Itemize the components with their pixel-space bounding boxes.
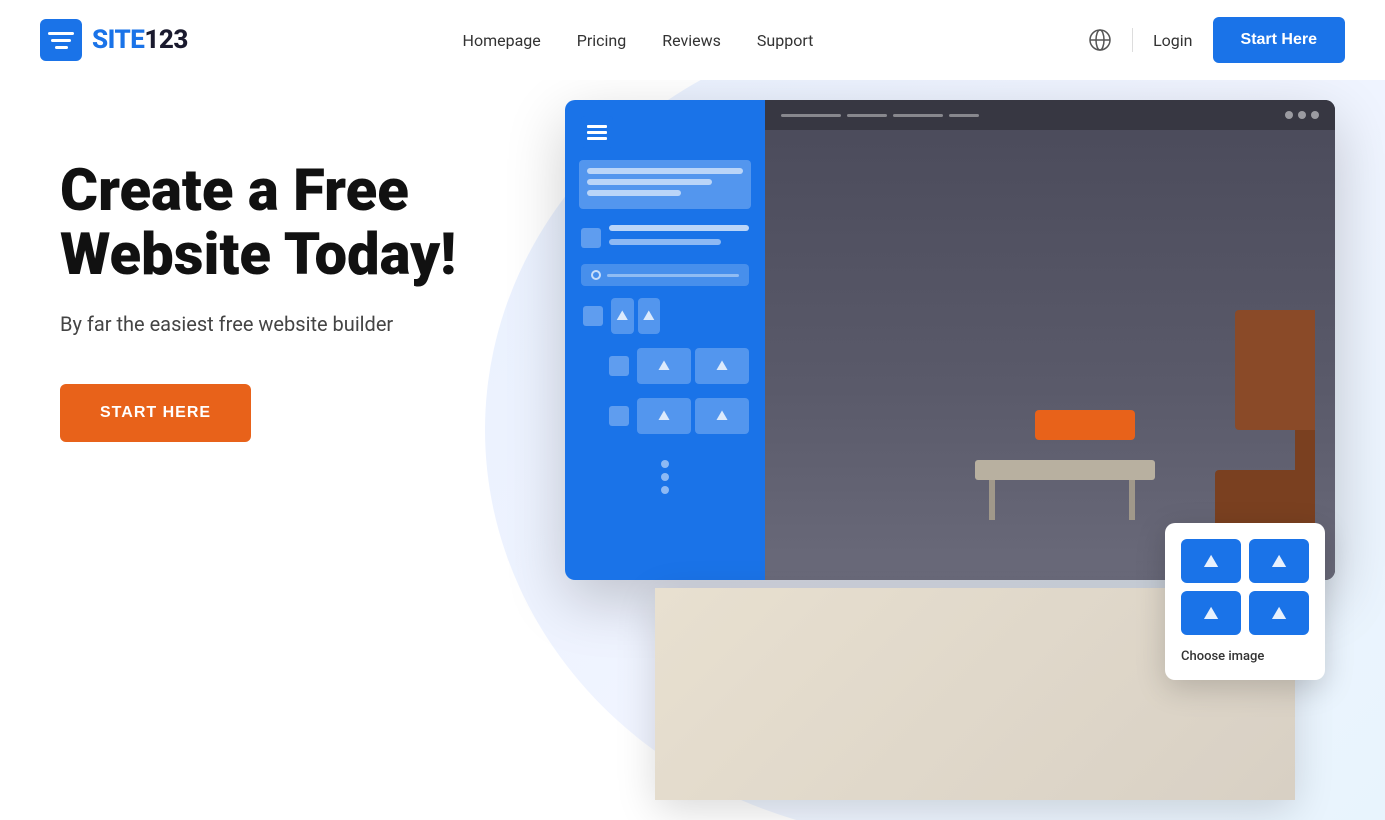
sidebar-item-content	[609, 225, 749, 250]
nav: Homepage Pricing Reviews Support	[463, 31, 814, 50]
image-grid-icon-2: ⛰	[1271, 551, 1286, 572]
globe-icon[interactable]	[1088, 28, 1112, 52]
image-icon-6: ⛰	[716, 408, 728, 424]
choose-image-grid: ⛰ ⛰ ⛰ ⛰	[1181, 539, 1309, 635]
sidebar-nav-dots	[565, 440, 765, 514]
sidebar-item-2: ⛰ ⛰	[581, 298, 662, 334]
sidebar-logo-area	[579, 160, 751, 209]
choose-image-label: Choose image	[1181, 649, 1264, 664]
nav-reviews[interactable]: Reviews	[662, 31, 721, 50]
image-grid-icon-3: ⛰	[1203, 603, 1218, 624]
sidebar-item-3: ⛰ ⛰	[609, 348, 749, 384]
topbar-dot-2	[1298, 111, 1306, 119]
image-icon: ⛰	[616, 308, 628, 324]
topbar-dot-3	[1311, 111, 1319, 119]
sidebar-grid: ⛰ ⛰ ⛰	[565, 292, 765, 440]
editor-topbar	[765, 100, 1335, 130]
image-icon-3: ⛰	[658, 358, 670, 374]
nav-divider	[1132, 28, 1133, 52]
image-grid-icon-4: ⛰	[1271, 603, 1286, 624]
grid-cell-6: ⛰	[695, 398, 749, 434]
sidebar-checkbox-4	[609, 406, 629, 426]
topbar-dot-1	[1285, 111, 1293, 119]
logo-icon	[40, 19, 82, 61]
editor-photo	[765, 100, 1335, 580]
nav-right: Login Start Here	[1088, 17, 1345, 63]
grid-cell-3: ⛰	[637, 348, 691, 384]
table-leg-r	[989, 480, 995, 520]
logo[interactable]: SITE123	[40, 19, 188, 61]
logo-text: SITE123	[92, 25, 188, 55]
orange-cta-overlay	[1035, 410, 1135, 440]
image-icon-5: ⛰	[658, 408, 670, 424]
editor-sidebar: ⛰ ⛰ ⛰	[565, 100, 765, 580]
nav-homepage[interactable]: Homepage	[463, 31, 541, 50]
grid-cell: ⛰	[611, 298, 634, 334]
image-grid-icon-1: ⛰	[1203, 551, 1218, 572]
grid-cell: ⛰	[638, 298, 661, 334]
sidebar-search	[581, 264, 749, 286]
header: SITE123 Homepage Pricing Reviews Support…	[0, 0, 1385, 80]
topbar-lines	[781, 114, 979, 117]
sidebar-item-4: ⛰ ⛰	[609, 398, 749, 434]
nav-pricing[interactable]: Pricing	[577, 31, 627, 50]
hero-title: Create a Free Website Today!	[60, 160, 550, 288]
choose-img-cell-2[interactable]: ⛰	[1249, 539, 1309, 583]
hero-section: Create a Free Website Today! By far the …	[0, 80, 1385, 820]
sidebar-items	[565, 217, 765, 258]
login-link[interactable]: Login	[1153, 31, 1192, 50]
hero-mockup: ⛰ ⛰ ⛰	[565, 100, 1365, 820]
nav-support[interactable]: Support	[757, 31, 813, 50]
grid-cell-5: ⛰	[637, 398, 691, 434]
start-here-button[interactable]: Start Here	[1213, 17, 1345, 63]
grid-cell-4: ⛰	[695, 348, 749, 384]
choose-img-cell-4[interactable]: ⛰	[1249, 591, 1309, 635]
choose-img-cell-1[interactable]: ⛰	[1181, 539, 1241, 583]
choose-image-overlay: ⛰ ⛰ ⛰ ⛰ Choose image	[1165, 523, 1325, 680]
hero-left: Create a Free Website Today! By far the …	[0, 80, 550, 442]
search-icon	[591, 270, 601, 280]
furniture-scene	[765, 100, 1335, 580]
hero-subtitle: By far the easiest free website builder	[60, 312, 550, 336]
table-leg-l	[1129, 480, 1135, 520]
editor-window: ⛰ ⛰ ⛰	[565, 100, 1335, 580]
sidebar-checkbox	[581, 228, 601, 248]
sidebar-item-row	[581, 225, 749, 250]
topbar-dots	[1285, 111, 1319, 119]
sidebar-menu-icon	[581, 116, 613, 148]
sidebar-checkbox-3	[609, 356, 629, 376]
hero-cta-button[interactable]: START HERE	[60, 384, 251, 442]
table-top	[975, 460, 1155, 480]
image-icon-4: ⛰	[716, 358, 728, 374]
chair-right	[1175, 310, 1315, 550]
sidebar-checkbox-2	[583, 306, 603, 326]
image-icon-2: ⛰	[643, 308, 655, 324]
choose-img-cell-3[interactable]: ⛰	[1181, 591, 1241, 635]
